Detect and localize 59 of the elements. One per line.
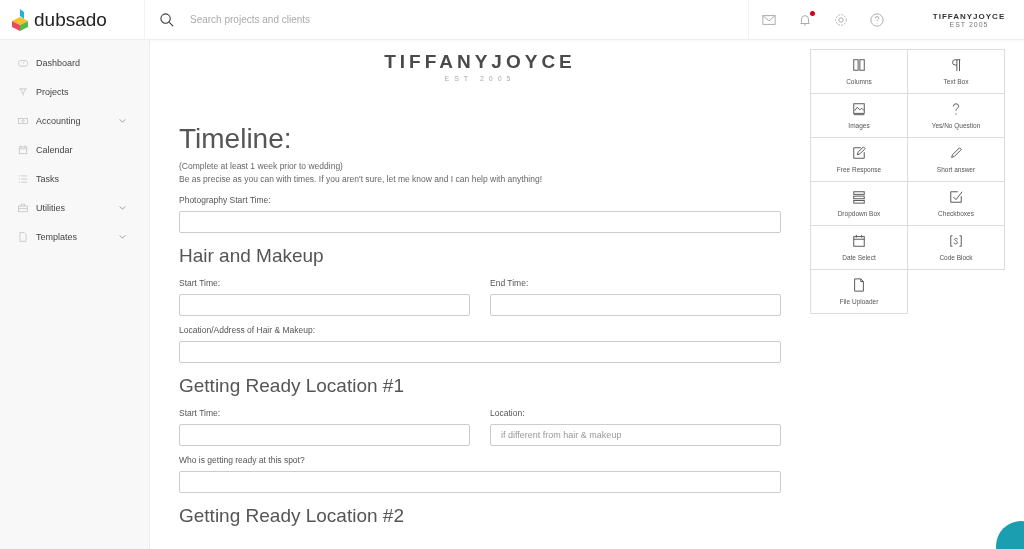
field-label: Location: <box>490 408 526 419</box>
sidebar-item[interactable]: Utilities <box>0 193 149 222</box>
section-heading: Hair and Makeup <box>179 244 325 268</box>
sidebar-item[interactable]: Accounting <box>0 106 149 135</box>
document-icon <box>18 231 28 242</box>
mail-button[interactable] <box>762 12 776 27</box>
sidebar-item[interactable]: Calendar <box>0 135 149 164</box>
input-field[interactable]: if different from hair & makeup <box>490 424 781 446</box>
pencil-icon <box>949 146 963 160</box>
section-heading: Getting Ready Location #2 <box>179 504 405 528</box>
code-icon <box>949 234 963 248</box>
stacked-bars-icon <box>852 190 866 204</box>
bell-icon <box>798 12 812 27</box>
input-field[interactable] <box>179 294 470 316</box>
input-field[interactable] <box>179 424 470 446</box>
edit-icon <box>852 146 866 160</box>
mail-icon <box>762 12 776 27</box>
toolbox-icon <box>18 202 28 213</box>
sidebar-item[interactable]: Templates <box>0 222 149 251</box>
search-icon <box>159 12 174 27</box>
instruction-text: (Complete at least 1 week prior to wedding) <box>179 160 344 173</box>
cash-icon <box>18 115 28 126</box>
section-heading: Getting Ready Location #1 <box>179 374 405 398</box>
input-field[interactable] <box>179 471 781 493</box>
settings-icon <box>834 12 848 27</box>
form-title: Timeline: <box>179 122 293 156</box>
calendar-icon <box>18 144 28 155</box>
field-label: Location/Address of Hair & Makeup: <box>179 325 317 336</box>
checkbox-icon <box>949 190 963 204</box>
field-label: End Time: <box>490 278 530 289</box>
list-icon <box>18 173 28 184</box>
input-field[interactable] <box>179 211 781 233</box>
file-icon <box>852 278 866 292</box>
chevron-down-icon <box>118 203 127 212</box>
input-field[interactable] <box>490 294 781 316</box>
field-label: Start Time: <box>179 408 222 419</box>
help-icon <box>870 12 884 27</box>
input-field[interactable] <box>179 341 781 363</box>
cube-logo-icon <box>12 8 28 31</box>
field-label: Start Time: <box>179 278 222 289</box>
chevron-down-icon <box>118 232 127 241</box>
pilcrow-icon <box>949 58 963 72</box>
instruction-text: Be as precise as you can with times. If you aren't sure, let me know and I can help with anything! <box>179 173 544 186</box>
account-logo-name: TIFFANYJOYCE <box>932 11 1006 21</box>
form-logo-name: TIFFANYJOYCE <box>384 51 576 73</box>
sidebar-item[interactable]: Dashboard <box>0 48 149 77</box>
notification-dot <box>810 10 815 16</box>
columns-icon <box>852 58 866 72</box>
calendar-icon <box>852 234 866 248</box>
help-button[interactable] <box>870 12 884 27</box>
bell-button[interactable] <box>798 12 812 27</box>
field-label: Who is getting ready at this spot? <box>179 455 306 466</box>
gear-button[interactable] <box>834 12 848 27</box>
image-icon <box>852 102 866 116</box>
chevron-down-icon <box>118 116 127 125</box>
sidebar-item[interactable]: Projects <box>0 77 149 106</box>
field-label: Photography Start Time: <box>179 195 272 206</box>
sidebar-item[interactable]: Tasks <box>0 164 149 193</box>
brand-name: dubsado <box>34 8 107 31</box>
